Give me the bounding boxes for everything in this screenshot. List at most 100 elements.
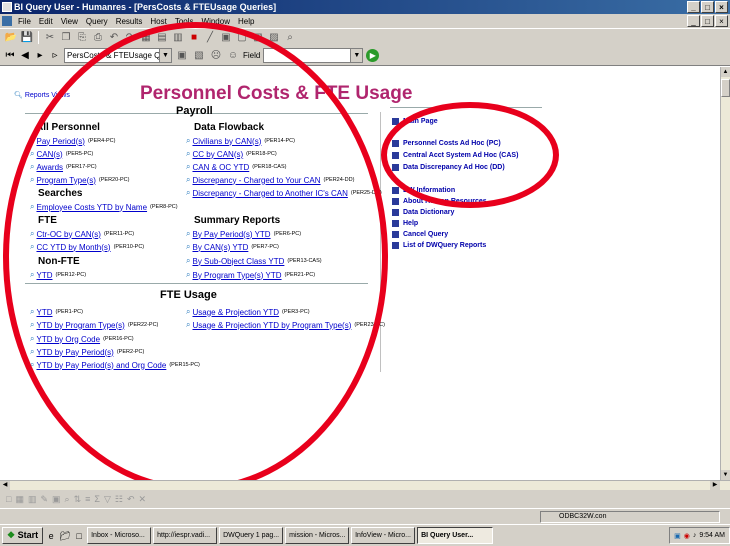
menu-label[interactable]: Data Discrepancy Ad Hoc (DD) xyxy=(403,164,505,171)
link-label[interactable]: By Pay Period(s) YTD xyxy=(192,230,270,239)
minimize-button[interactable]: _ xyxy=(687,1,700,13)
previous-page-icon[interactable]: ◀ xyxy=(19,50,31,61)
menu-personnel-costs-adhoc[interactable]: Personnel Costs Ad Hoc (PC) xyxy=(392,140,501,147)
menu-edit[interactable]: Edit xyxy=(35,17,57,26)
chevron-down-icon[interactable]: ▼ xyxy=(350,49,363,62)
menu-main-page[interactable]: Main Page xyxy=(392,118,438,125)
volume-icon[interactable]: ♪ xyxy=(693,532,697,539)
paste-icon[interactable]: ⎘ xyxy=(75,31,89,45)
scroll-thumb[interactable] xyxy=(721,79,730,97)
link-discrepancy-other-can[interactable]: ⌕ Discrepancy - Charged to Another IC's C… xyxy=(186,188,382,198)
sum-icon[interactable]: Σ xyxy=(94,494,100,504)
menu-data-dictionary[interactable]: Data Dictionary xyxy=(392,209,454,216)
link-label[interactable]: By Program Type(s) YTD xyxy=(192,271,281,280)
grid-icon[interactable]: ▤ xyxy=(155,31,169,45)
link-cc-ytd-month[interactable]: ⌕ CC YTD by Month(s) (PER10-PC) xyxy=(30,242,144,252)
delete-icon[interactable]: ✕ xyxy=(139,494,147,505)
people-icon[interactable]: ☺ xyxy=(226,49,240,63)
desktop-icon[interactable]: □ xyxy=(73,530,85,542)
link-label[interactable]: By CAN(s) YTD xyxy=(192,243,248,252)
link-label[interactable]: YTD xyxy=(36,271,52,280)
redo-icon[interactable]: ↷ xyxy=(123,31,137,45)
query-icon[interactable]: ▢ xyxy=(235,31,249,45)
window-title-bar[interactable]: BI Query User - Humanres - [PersCosts & … xyxy=(0,0,730,14)
maximize-button[interactable]: □ xyxy=(701,1,714,13)
layout-icon[interactable]: ▣ xyxy=(175,49,189,63)
design-icon[interactable]: ▧ xyxy=(192,49,206,63)
link-label[interactable]: YTD by Program Type(s) xyxy=(36,321,124,330)
close-button[interactable]: × xyxy=(715,1,728,13)
link-by-sub-object[interactable]: ⌕ By Sub-Object Class YTD (PER13-CAS) xyxy=(186,256,322,266)
menu-cancel-query[interactable]: Cancel Query xyxy=(392,231,448,238)
doc-minimize-button[interactable]: _ xyxy=(687,15,700,27)
model-icon[interactable]: ▣ xyxy=(219,31,233,45)
task-browser[interactable]: http://iespr.vadi... xyxy=(153,527,218,544)
menu-host[interactable]: Host xyxy=(146,17,170,26)
chart-icon[interactable]: ▥ xyxy=(171,31,185,45)
menu-help[interactable]: Help xyxy=(392,220,418,227)
link-by-pay-period[interactable]: ⌕ By Pay Period(s) YTD (PER6-PC) xyxy=(186,229,301,239)
link-label[interactable]: Pay Period(s) xyxy=(36,137,84,146)
scroll-down-icon[interactable]: ▼ xyxy=(721,470,730,480)
doc-restore-button[interactable]: □ xyxy=(701,15,714,27)
table-icon[interactable]: ▦ xyxy=(139,31,153,45)
link-cans[interactable]: ⌕ CAN(s) (PER5-PC) xyxy=(30,149,93,159)
link-pay-periods[interactable]: ⌕ Pay Period(s) (PER4-PC) xyxy=(30,136,115,146)
open-folder-icon[interactable]: 📂 xyxy=(4,31,18,45)
link-non-fte-ytd[interactable]: ⌕ YTD (PER12-PC) xyxy=(30,270,86,280)
link-cc-by-can[interactable]: ⌕ CC by CAN(s) (PER18-PC) xyxy=(186,149,277,159)
next-page-icon[interactable]: ▸ xyxy=(34,50,46,61)
link-civilians[interactable]: ⌕ Civilians by CAN(s) (PER14-PC) xyxy=(186,136,295,146)
link-label[interactable]: Usage & Projection YTD by Program Type(s… xyxy=(192,321,351,330)
link-label[interactable]: YTD by Pay Period(s) and Org Code xyxy=(36,361,166,370)
report-icon[interactable]: ▨ xyxy=(267,31,281,45)
zoom-icon[interactable]: ⌕ xyxy=(65,494,70,505)
stop-icon[interactable]: ■ xyxy=(187,31,201,45)
document-select[interactable]: PersCosts & FTEUsage Q ▼ xyxy=(64,48,172,63)
menu-help[interactable]: Help xyxy=(234,17,258,26)
menu-label[interactable]: About Human Resources xyxy=(403,198,487,205)
link-label[interactable]: YTD by Org Code xyxy=(36,335,100,344)
menu-about-hr[interactable]: About Human Resources xyxy=(392,198,487,205)
link-label[interactable]: Civilians by CAN(s) xyxy=(192,137,261,146)
scroll-right-icon[interactable]: ▶ xyxy=(710,481,720,490)
chart-icon[interactable]: ▥ xyxy=(28,494,37,505)
scroll-up-icon[interactable]: ▲ xyxy=(721,67,730,77)
link-label[interactable]: YTD xyxy=(36,308,52,317)
sort-icon[interactable]: ⇅ xyxy=(74,494,82,505)
menu-label[interactable]: Central Acct System Ad Hoc (CAS) xyxy=(403,152,518,159)
menu-query[interactable]: Query xyxy=(82,17,112,26)
link-label[interactable]: CC YTD by Month(s) xyxy=(36,243,110,252)
link-label[interactable]: Ctr-OC by CAN(s) xyxy=(36,230,100,239)
last-page-icon[interactable]: ▹ xyxy=(49,50,61,61)
new-icon[interactable]: □ xyxy=(6,494,11,504)
link-can-oc-ytd[interactable]: ⌕ CAN & OC YTD (PER18-CAS) xyxy=(186,162,286,172)
link-label[interactable]: Usage & Projection YTD xyxy=(192,308,279,317)
menu-tools[interactable]: Tools xyxy=(171,17,198,26)
filter-icon[interactable]: ▽ xyxy=(104,494,111,505)
link-fte-ytd-org[interactable]: ⌕ YTD by Org Code (PER16-PC) xyxy=(30,334,134,344)
link-label[interactable]: CAN & OC YTD xyxy=(192,163,249,172)
link-label[interactable]: Awards xyxy=(36,163,63,172)
line-icon[interactable]: ╱ xyxy=(203,31,217,45)
undo-icon[interactable]: ↶ xyxy=(127,494,135,505)
copy-icon[interactable]: ❐ xyxy=(59,31,73,45)
menu-dw-information[interactable]: DW Information xyxy=(392,187,455,194)
menu-label[interactable]: Personnel Costs Ad Hoc (PC) xyxy=(403,140,501,147)
start-button[interactable]: ❖ Start xyxy=(2,527,44,544)
link-discrepancy-your-can[interactable]: ⌕ Discrepancy - Charged to Your CAN (PER24… xyxy=(186,175,354,185)
link-usage-projection-program[interactable]: ⌕ Usage & Projection YTD by Program Type(… xyxy=(186,320,385,330)
link-label[interactable]: By Sub-Object Class YTD xyxy=(192,257,284,266)
menu-label[interactable]: List of DWQuery Reports xyxy=(403,242,486,249)
scroll-left-icon[interactable]: ◀ xyxy=(0,481,10,490)
save-icon[interactable]: 💾 xyxy=(20,31,34,45)
horizontal-scrollbar[interactable]: ◀ ▶ xyxy=(0,480,730,490)
link-label[interactable]: Program Type(s) xyxy=(36,176,95,185)
menu-label[interactable]: Main Page xyxy=(403,118,438,125)
link-label[interactable]: YTD by Pay Period(s) xyxy=(36,348,113,357)
field-value-select[interactable]: ▼ xyxy=(263,48,364,63)
menu-window[interactable]: Window xyxy=(198,17,234,26)
menu-label[interactable]: Help xyxy=(403,220,418,227)
menu-view[interactable]: View xyxy=(57,17,82,26)
link-by-program-type[interactable]: ⌕ By Program Type(s) YTD (PER21-PC) xyxy=(186,270,315,280)
